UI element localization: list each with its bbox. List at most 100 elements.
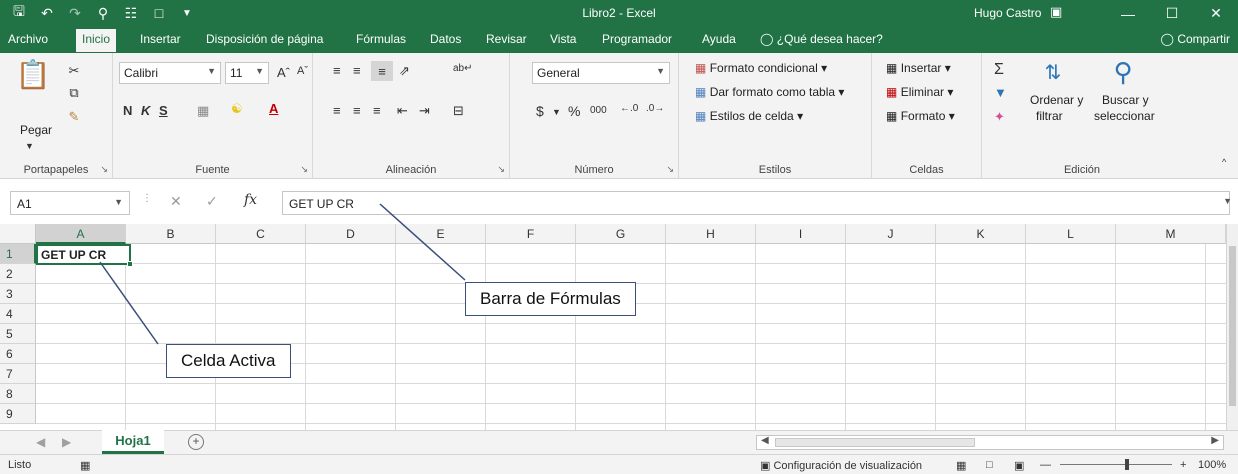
- tell-me-box[interactable]: ◯ ¿Qué desea hacer?: [760, 32, 883, 46]
- decrease-decimal-icon[interactable]: .0→: [646, 103, 664, 114]
- scroll-right-icon[interactable]: ▶: [1211, 435, 1219, 446]
- sort-label-2[interactable]: filtrar: [1036, 109, 1063, 123]
- cell-styles-button[interactable]: ▦ Estilos de celda ▾: [695, 109, 803, 123]
- paste-dropdown-icon[interactable]: ▼: [25, 141, 34, 151]
- borders-icon[interactable]: ▦: [197, 103, 209, 119]
- format-painter-icon[interactable]: ✎: [64, 107, 84, 127]
- sheet-tab-hoja1[interactable]: Hoja1: [102, 430, 164, 454]
- horizontal-scroll-thumb[interactable]: [775, 438, 975, 447]
- launcher-icon[interactable]: ↘: [666, 164, 674, 175]
- align-left-icon[interactable]: ≡: [333, 103, 341, 118]
- column-header-c[interactable]: C: [216, 224, 306, 244]
- normal-view-icon[interactable]: ▦: [956, 459, 966, 472]
- launcher-icon[interactable]: ↘: [497, 164, 505, 175]
- collapse-ribbon-icon[interactable]: ^: [1222, 157, 1226, 167]
- align-middle-icon[interactable]: ≡: [353, 63, 361, 78]
- format-as-table-button[interactable]: ▦ Dar formato como tabla ▾: [695, 85, 844, 99]
- fill-color-icon[interactable]: ☯: [231, 101, 243, 117]
- align-center-icon[interactable]: ≡: [353, 103, 361, 118]
- row-header-6[interactable]: 6: [0, 344, 36, 364]
- orientation-icon[interactable]: ⇗: [399, 63, 410, 79]
- prev-sheet-icon[interactable]: ◀: [36, 435, 45, 449]
- increase-font-icon[interactable]: Aˆ: [277, 65, 290, 80]
- macro-recorder-icon[interactable]: ▦: [80, 459, 90, 472]
- tab-archivo[interactable]: Archivo: [8, 32, 48, 46]
- vertical-scroll-thumb[interactable]: [1229, 246, 1236, 406]
- launcher-icon[interactable]: ↘: [300, 164, 308, 175]
- merge-center-icon[interactable]: ⊟: [453, 103, 464, 119]
- column-header-b[interactable]: B: [126, 224, 216, 244]
- italic-button[interactable]: K: [141, 103, 150, 118]
- copy-icon[interactable]: ⧉: [64, 83, 84, 103]
- row-header-4[interactable]: 4: [0, 304, 36, 324]
- tab-inicio[interactable]: Inicio: [76, 29, 117, 52]
- align-top-icon[interactable]: ≡: [333, 63, 341, 78]
- align-bottom-icon[interactable]: ≡: [371, 61, 393, 81]
- column-header-g[interactable]: G: [576, 224, 666, 244]
- wrap-text-icon[interactable]: ab↵: [453, 63, 473, 74]
- fill-icon[interactable]: ▼: [994, 85, 1007, 100]
- row-header-1[interactable]: 1: [0, 244, 36, 264]
- decrease-indent-icon[interactable]: ⇤: [397, 103, 408, 119]
- autosum-icon[interactable]: Σ: [994, 61, 1004, 79]
- underline-button[interactable]: S: [159, 103, 168, 118]
- active-cell-a1[interactable]: GET UP CR: [36, 244, 133, 267]
- column-header-f[interactable]: F: [486, 224, 576, 244]
- tab-revisar[interactable]: Revisar: [486, 32, 527, 46]
- number-format-combo[interactable]: General ▼: [532, 62, 670, 84]
- row-header-5[interactable]: 5: [0, 324, 36, 344]
- name-box[interactable]: A1 ▼: [10, 191, 130, 215]
- tab-disposicion[interactable]: Disposición de página: [206, 32, 323, 46]
- ribbon-display-icon[interactable]: ▣: [1050, 4, 1062, 20]
- row-header-3[interactable]: 3: [0, 284, 36, 304]
- increase-indent-icon[interactable]: ⇥: [419, 103, 430, 119]
- zoom-slider-thumb[interactable]: [1125, 459, 1129, 470]
- page-layout-icon[interactable]: □: [986, 459, 993, 471]
- fill-handle[interactable]: [127, 261, 133, 267]
- enter-icon[interactable]: ✓: [206, 193, 218, 210]
- column-header-e[interactable]: E: [396, 224, 486, 244]
- select-all-corner[interactable]: [0, 224, 36, 244]
- clear-icon[interactable]: ✦: [994, 109, 1005, 125]
- cell-area[interactable]: [36, 244, 1226, 430]
- sort-filter-icon[interactable]: ⇅: [1038, 57, 1068, 87]
- insert-function-button[interactable]: fx: [244, 192, 257, 208]
- thousands-button[interactable]: 000: [590, 105, 607, 116]
- row-header-8[interactable]: 8: [0, 384, 36, 404]
- zoom-level[interactable]: 100%: [1198, 459, 1226, 471]
- add-sheet-button[interactable]: +: [188, 434, 204, 450]
- paste-icon[interactable]: 📋: [16, 57, 51, 91]
- conditional-format-button[interactable]: ▦ Formato condicional ▾: [695, 61, 827, 75]
- row-header-7[interactable]: 7: [0, 364, 36, 384]
- zoom-in-button[interactable]: +: [1180, 459, 1186, 471]
- vertical-scrollbar[interactable]: [1226, 224, 1238, 430]
- row-header-9[interactable]: 9: [0, 404, 36, 424]
- font-name-combo[interactable]: Calibri ▼: [119, 62, 221, 84]
- delete-cells-button[interactable]: ▦ Eliminar ▾: [886, 85, 953, 99]
- close-button[interactable]: ✕: [1194, 0, 1238, 27]
- minimize-button[interactable]: —: [1106, 0, 1150, 27]
- column-header-m[interactable]: M: [1116, 224, 1226, 244]
- tab-programador[interactable]: Programador: [602, 32, 672, 46]
- display-settings-button[interactable]: ▣ Configuración de visualización: [760, 459, 922, 472]
- maximize-button[interactable]: ☐: [1150, 0, 1194, 27]
- column-header-h[interactable]: H: [666, 224, 756, 244]
- cancel-icon[interactable]: ✕: [170, 193, 182, 210]
- next-sheet-icon[interactable]: ▶: [62, 435, 71, 449]
- format-cells-button[interactable]: ▦ Formato ▾: [886, 109, 955, 123]
- tab-vista[interactable]: Vista: [550, 32, 576, 46]
- tab-ayuda[interactable]: Ayuda: [702, 32, 736, 46]
- scroll-left-icon[interactable]: ◀: [761, 435, 769, 446]
- paste-label[interactable]: Pegar: [20, 123, 52, 137]
- zoom-out-button[interactable]: —: [1040, 459, 1051, 471]
- cut-icon[interactable]: ✂: [64, 61, 84, 81]
- column-header-k[interactable]: K: [936, 224, 1026, 244]
- formula-input[interactable]: GET UP CR: [282, 191, 1230, 215]
- search-icon[interactable]: ⚲: [1106, 55, 1140, 89]
- zoom-slider-track[interactable]: [1060, 464, 1172, 465]
- horizontal-scrollbar[interactable]: ◀ ▶: [756, 435, 1224, 450]
- tab-datos[interactable]: Datos: [430, 32, 461, 46]
- column-header-j[interactable]: J: [846, 224, 936, 244]
- expand-formula-icon[interactable]: ▼: [1223, 196, 1232, 206]
- currency-dropdown-icon[interactable]: ▼: [552, 107, 561, 117]
